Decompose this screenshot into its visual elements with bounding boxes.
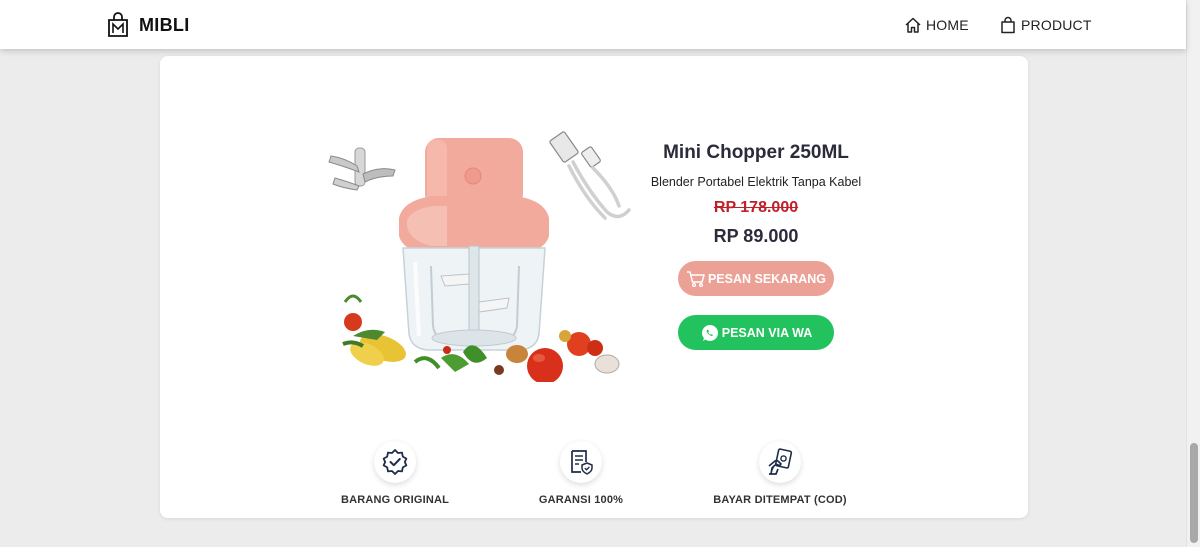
feature-icon-circle bbox=[759, 441, 801, 483]
cash-payment-icon bbox=[768, 448, 793, 475]
feature-icon-circle bbox=[560, 441, 602, 483]
feature-original: BARANG ORIGINAL bbox=[310, 441, 480, 506]
nav-product-label: PRODUCT bbox=[1021, 17, 1092, 33]
nav-home-label: HOME bbox=[926, 17, 969, 33]
order-now-button[interactable]: PESAN SEKARANG bbox=[678, 261, 834, 296]
page-scrollbar[interactable] bbox=[1186, 0, 1200, 547]
cart-icon bbox=[686, 270, 705, 287]
product-subtitle: Blender Portabel Elektrik Tanpa Kabel bbox=[650, 175, 862, 189]
sale-price: RP 89.000 bbox=[713, 226, 799, 246]
scrollbar-thumb[interactable] bbox=[1190, 443, 1198, 543]
brand-bag-icon bbox=[108, 12, 128, 37]
mini-chopper-illustration bbox=[328, 131, 631, 382]
feature-cod-label: BAYAR DITEMPAT (COD) bbox=[713, 494, 847, 506]
feature-warranty: GARANSI 100% bbox=[496, 441, 666, 506]
order-now-label: PESAN SEKARANG bbox=[707, 271, 827, 286]
brand-logo[interactable]: MIBLI bbox=[107, 12, 190, 38]
feature-icon-circle bbox=[374, 441, 416, 483]
feature-warranty-label: GARANSI 100% bbox=[538, 494, 624, 506]
shopping-bag-icon bbox=[1001, 16, 1015, 34]
product-image bbox=[323, 126, 641, 382]
feature-original-label: BARANG ORIGINAL bbox=[340, 494, 450, 506]
product-info: Mini Chopper 250ML Blender Portabel Elek… bbox=[640, 142, 872, 247]
top-navbar: MIBLI HOME PRODUCT bbox=[0, 0, 1186, 49]
verified-badge-icon bbox=[382, 449, 408, 475]
product-title: Mini Chopper 250ML bbox=[663, 142, 849, 163]
order-via-wa-button[interactable]: PESAN VIA WA bbox=[678, 315, 834, 350]
brand-name: MIBLI bbox=[139, 14, 190, 35]
nav-product[interactable]: PRODUCT bbox=[999, 15, 1092, 35]
original-price: RP 178.000 bbox=[713, 199, 799, 216]
usb-cable-image bbox=[549, 131, 631, 220]
order-via-wa-label: PESAN VIA WA bbox=[721, 325, 813, 340]
blade-attachment-image bbox=[328, 147, 396, 191]
product-card: Mini Chopper 250ML Blender Portabel Elek… bbox=[160, 56, 1028, 518]
nav-home[interactable]: HOME bbox=[904, 15, 969, 35]
warranty-document-icon bbox=[571, 450, 593, 475]
whatsapp-icon bbox=[701, 324, 718, 341]
home-icon bbox=[905, 17, 921, 33]
feature-cod: BAYAR DITEMPAT (COD) bbox=[695, 441, 865, 506]
